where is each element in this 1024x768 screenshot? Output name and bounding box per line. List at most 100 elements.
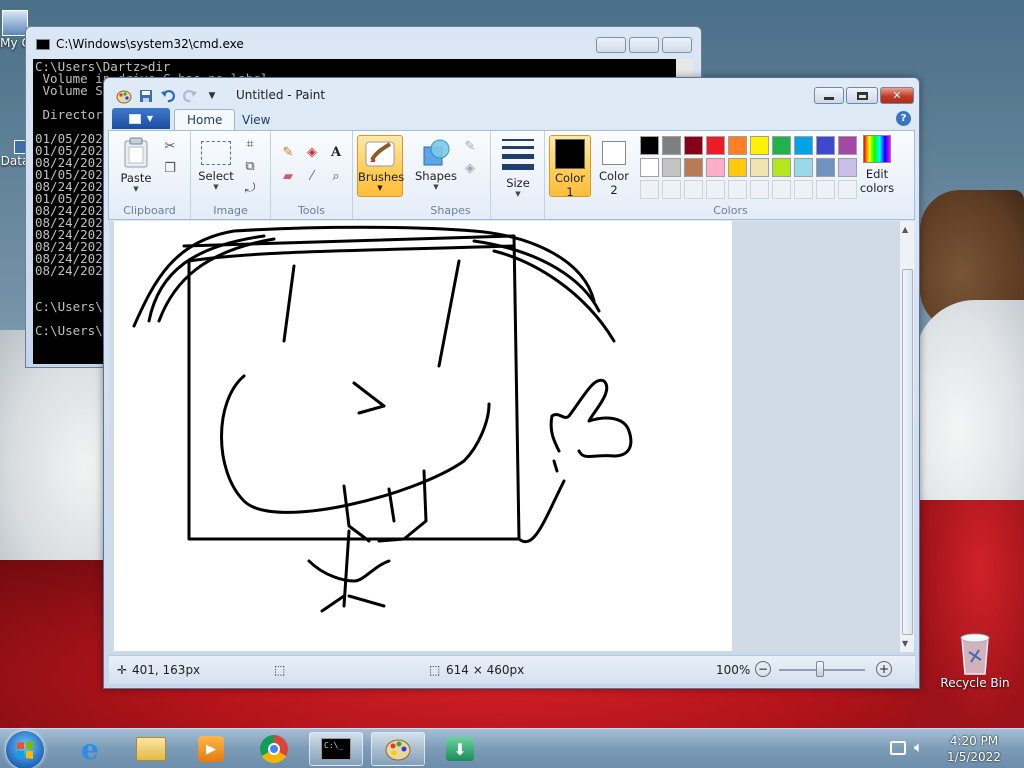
color-swatch[interactable] [706,158,725,177]
redo-icon[interactable] [182,88,198,104]
color-swatch[interactable] [772,158,791,177]
taskbar-cmd[interactable]: C:\_ [309,732,363,766]
shape-fill-icon[interactable]: ◈ [461,159,479,177]
cmd-icon: C:\_ [321,738,351,760]
color1-button[interactable]: Color 1 [549,135,591,199]
rotate-icon[interactable]: ⤾ [241,179,259,197]
crop-icon[interactable]: ⌗ [241,135,259,153]
outline-icon[interactable]: ✎ [461,137,479,155]
color-swatch[interactable] [640,136,659,155]
select-icon [201,141,231,165]
chevron-down-icon: ▼ [515,190,521,198]
cmd-maximize-button[interactable] [629,37,659,53]
taskbar-media-player[interactable]: ▶ [184,732,238,766]
scroll-thumb[interactable] [902,269,913,635]
chevron-down-icon: ▼ [377,184,383,192]
zoom-in-button[interactable]: + [876,661,892,677]
color-swatch[interactable] [640,158,659,177]
color2-button[interactable]: Color 2 [593,135,635,197]
color-swatch[interactable] [662,180,681,199]
canvas-vertical-scrollbar[interactable]: ▲ ▼ [899,221,914,652]
network-icon[interactable] [890,741,906,755]
taskbar-explorer[interactable] [124,732,178,766]
brushes-group: Brushes ▼ [353,131,411,219]
paint-window[interactable]: ▼ Untitled - Paint ✕ ▼ Home View ? Paste [103,77,920,689]
undo-icon[interactable] [160,88,176,104]
internet-explorer-icon: e [81,732,99,766]
color-swatch[interactable] [662,136,681,155]
edit-colors-button[interactable]: Edit colors [853,135,901,195]
color-swatch[interactable] [794,136,813,155]
taskbar-paint[interactable] [371,732,425,766]
fill-icon[interactable]: ◈ [303,143,321,161]
magnifier-icon[interactable]: ⌕ [327,167,345,185]
color-swatch[interactable] [684,180,703,199]
help-icon[interactable]: ? [896,111,911,126]
scroll-down-icon[interactable]: ▼ [902,639,908,648]
color-swatch[interactable] [706,180,725,199]
scroll-up-icon[interactable]: ▲ [902,225,908,234]
copy-icon[interactable]: ❐ [161,159,179,177]
cmd-minimize-button[interactable] [596,37,626,53]
cut-icon[interactable]: ✂ [161,137,179,155]
paint-close-button[interactable]: ✕ [880,87,914,104]
chrome-icon [260,735,288,763]
color-swatch[interactable] [684,136,703,155]
shapes-button[interactable]: Shapes ▼ [415,137,457,191]
volume-icon[interactable]: 🔈︎ [914,738,923,756]
text-icon[interactable]: A [327,143,345,161]
save-icon[interactable] [138,88,154,104]
desktop-icon-recycle-bin[interactable]: Recycle Bin [938,630,1012,690]
color-swatch[interactable] [728,158,747,177]
tab-home[interactable]: Home [174,109,236,130]
ribbon: Paste ▼ ✂ ❐ Clipboard Select ▼ ⌗ ⧉ ⤾ Ima… [108,130,915,220]
color-swatch[interactable] [750,136,769,155]
brushes-button[interactable]: Brushes ▼ [357,135,404,197]
color-swatch[interactable] [640,180,659,199]
cmd-close-button[interactable] [662,37,692,53]
paint-menu-button[interactable]: ▼ [112,108,170,129]
color-swatch[interactable] [794,158,813,177]
color-swatch[interactable] [706,136,725,155]
color-swatch[interactable] [816,180,835,199]
start-button[interactable] [6,731,44,768]
selection-size-icon: ⬚ [274,663,286,677]
color-picker-icon[interactable]: ⁄ [303,167,321,185]
eraser-icon[interactable]: ▰ [279,167,297,185]
resize-icon[interactable]: ⧉ [241,157,259,175]
minimize-icon [824,97,834,100]
color-swatch[interactable] [794,180,813,199]
select-button[interactable]: Select ▼ [195,137,237,191]
tools-group: ✎ ◈ A ▰ ⁄ ⌕ Tools [271,131,353,219]
color-swatch[interactable] [728,136,747,155]
paste-button[interactable]: Paste ▼ [115,137,157,193]
color-swatch[interactable] [750,158,769,177]
size-button[interactable]: Size ▼ [497,137,539,198]
tab-view[interactable]: View [230,109,282,130]
zoom-out-button[interactable]: − [755,661,771,677]
customize-qat-icon[interactable]: ▼ [204,88,220,104]
paint-maximize-button[interactable] [846,87,878,104]
taskbar-internet-explorer[interactable]: e [63,732,117,766]
paste-icon [124,137,148,168]
color-swatch[interactable] [816,158,835,177]
media-player-icon: ▶ [198,736,224,762]
pencil-icon[interactable]: ✎ [279,143,297,161]
color-swatch[interactable] [684,158,703,177]
clock[interactable]: 4:20 PM 1/5/2022 [944,733,1004,765]
taskbar-chrome[interactable] [247,732,301,766]
color-swatch[interactable] [750,180,769,199]
color-swatch[interactable] [816,136,835,155]
zoom-slider-thumb[interactable] [816,661,824,677]
color-swatch[interactable] [772,136,791,155]
color-swatch[interactable] [662,158,681,177]
color-swatch[interactable] [728,180,747,199]
clipboard-group-label: Clipboard [123,204,176,217]
cmd-window-title: C:\Windows\system32\cmd.exe [56,37,244,51]
zoom-level: 100% [716,663,751,677]
drawing-canvas[interactable] [114,221,732,651]
color-swatch[interactable] [772,180,791,199]
taskbar-download-app[interactable]: ⬇ [433,732,487,766]
paint-minimize-button[interactable] [814,87,844,104]
paint-icon [385,739,411,761]
